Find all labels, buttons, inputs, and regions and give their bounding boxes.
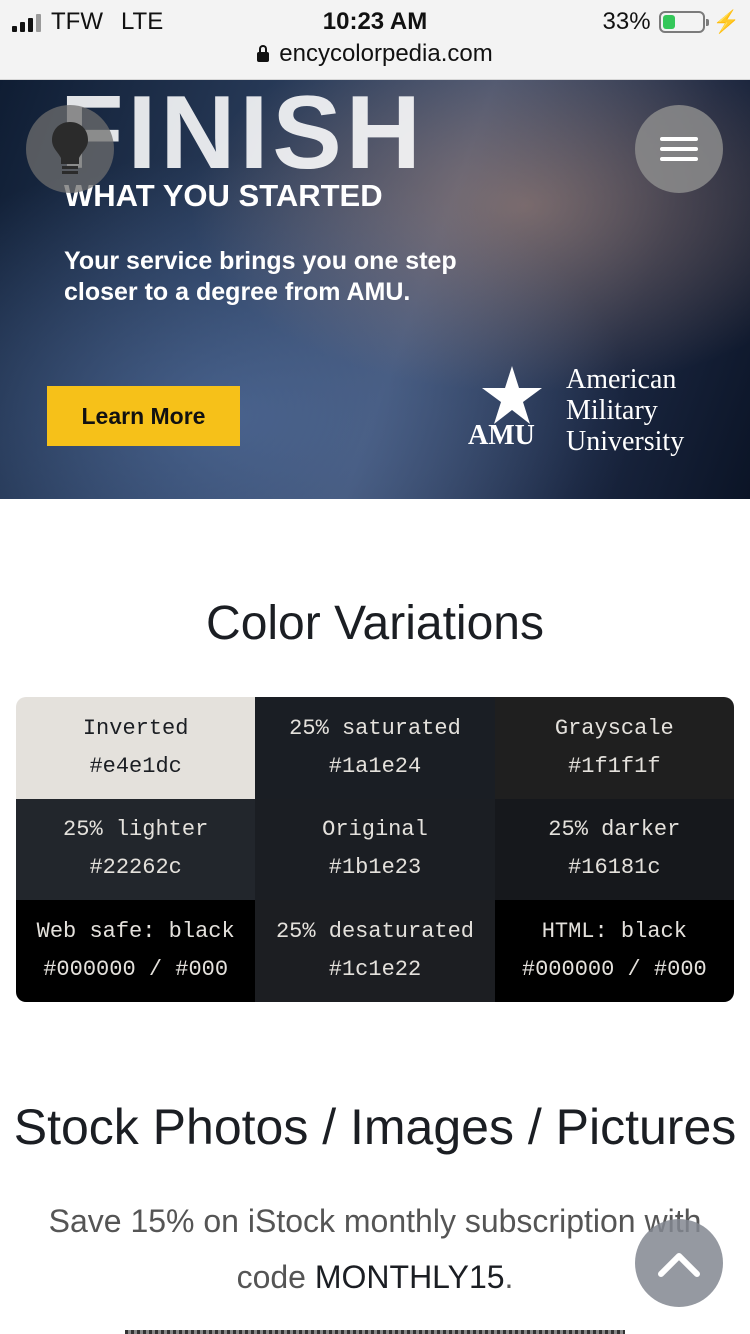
variation-label: HTML: black [541,919,687,945]
address-bar[interactable]: encycolorpedia.com [0,40,750,68]
image-edge [125,1330,625,1334]
variation-hex: #1a1e24 [328,753,422,779]
scroll-to-top-button[interactable] [635,1219,723,1307]
stock-photos-title: Stock Photos / Images / Pictures [13,1099,737,1155]
variation-label: Grayscale [554,715,674,741]
variation-hex: #e4e1dc [89,753,182,779]
variation-hex: #1c1e22 [328,957,422,983]
menu-button[interactable] [635,105,723,193]
logo-name: American Military University [566,364,685,457]
color-variation-cell[interactable]: 25% saturated #1a1e24 [255,697,495,799]
star-icon [482,366,542,424]
variation-hex: #000000 / #000 [521,957,707,983]
logo-abbr: AMU [468,420,535,451]
ad-headline: FINISH [60,80,425,191]
variation-label: Web safe: black [36,919,235,945]
color-variation-cell[interactable]: 25% lighter #22262c [16,798,256,901]
color-variations-grid: Inverted #e4e1dc 25% saturated #1a1e24 Grays… [16,697,734,1002]
theme-toggle-button[interactable] [26,105,114,193]
stock-photos-promo: Save 15% on iStock monthly subscription … [48,1203,702,1295]
battery-percent: 33% [602,8,651,35]
color-variation-cell[interactable]: Original #1b1e23 [255,798,495,901]
variation-label: 25% saturated [289,715,461,741]
color-variation-cell[interactable]: Grayscale #1f1f1f [494,697,734,799]
variation-label: Inverted [82,715,189,741]
battery-info: 33% ⚡ [603,8,740,36]
ad-body: Your service brings you one step closer … [64,247,457,306]
variation-hex: #000000 / #000 [43,957,229,983]
hamburger-menu-icon [660,131,698,167]
color-variation-cell[interactable]: HTML: black #000000 / #000 [494,900,734,1002]
variation-hex: #22262c [89,855,182,881]
status-bar: TFW LTE 10:23 AM 33% ⚡ encycolorpedia.co… [0,0,750,80]
color-variation-cell[interactable]: 25% desaturated #1c1e22 [255,900,495,1002]
url-text: encycolorpedia.com [279,40,493,67]
lightbulb-icon [52,122,88,174]
battery-icon [658,11,709,33]
color-variation-cell[interactable]: Web safe: black #000000 / #000 [16,900,256,1002]
variation-label: 25% darker [548,817,681,843]
amu-logo: AMU American Military University [468,364,718,464]
color-variation-cell[interactable]: 25% darker #16181c [494,798,734,901]
charging-icon: ⚡ [712,9,740,34]
color-variations-title: Color Variations [206,597,544,650]
learn-more-button[interactable]: Learn More [47,386,240,446]
variation-hex: #1b1e23 [328,855,422,881]
variation-label: 25% lighter [63,817,209,843]
chevron-up-icon [658,1253,700,1277]
ad-subheadline: WHAT YOU STARTED [64,178,383,213]
variation-label: 25% desaturated [275,919,475,945]
variation-hex: #16181c [568,855,661,881]
variation-label: Original [322,817,428,843]
color-variation-cell[interactable]: Inverted #e4e1dc [16,697,256,799]
lock-icon [257,45,270,62]
variation-hex: #1f1f1f [568,753,661,779]
promo-code: MONTHLY15 [314,1259,505,1295]
